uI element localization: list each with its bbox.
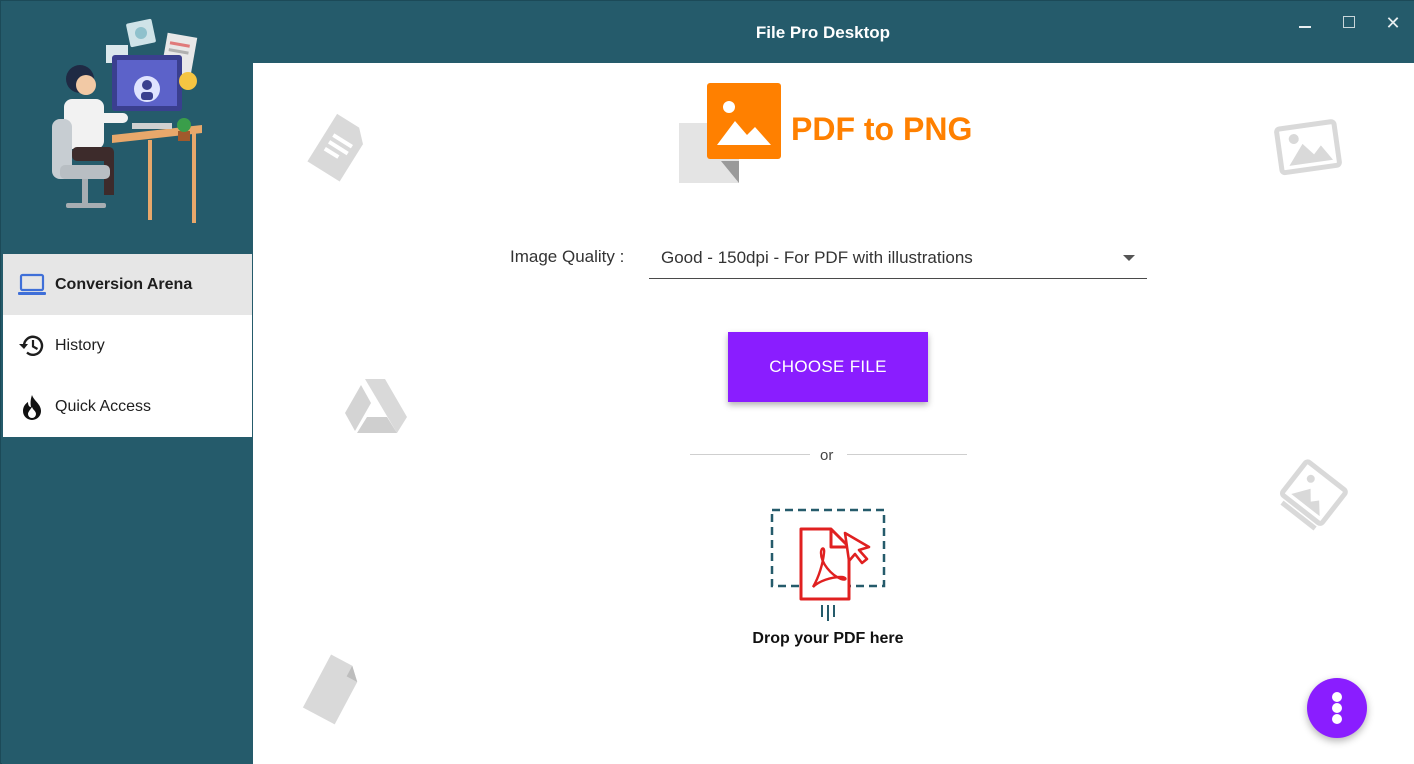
close-button[interactable]: ✕: [1379, 11, 1407, 35]
sidebar-item-label: Quick Access: [55, 397, 152, 415]
history-icon: [17, 331, 47, 361]
app-window: Conversion Arena History Quick Access Fi…: [0, 0, 1414, 764]
logo-title: PDF to PNG: [791, 111, 973, 147]
sidebar: Conversion Arena History Quick Access: [2, 1, 253, 764]
maximize-button[interactable]: [1335, 11, 1363, 35]
workspace-illustration: [52, 18, 202, 223]
close-icon: ✕: [1385, 13, 1401, 33]
chevron-down-icon: [1123, 255, 1135, 261]
sidebar-nav: Conversion Arena History Quick Access: [3, 254, 252, 437]
more-options-button[interactable]: [1307, 678, 1367, 738]
minimize-icon: [1299, 26, 1311, 28]
choose-file-button[interactable]: CHOOSE FILE: [728, 332, 928, 402]
drive-deco-icon: [345, 379, 407, 433]
maximize-icon: [1343, 16, 1355, 28]
file-deco-icon: [302, 654, 358, 725]
divider-right: [847, 454, 967, 455]
sidebar-item-label: Conversion Arena: [55, 275, 193, 293]
sidebar-item-history[interactable]: History: [3, 315, 252, 376]
image-quality-value: Good - 150dpi - For PDF with illustratio…: [661, 248, 973, 267]
image-deco-icon: [1274, 119, 1342, 176]
document-deco-icon: [307, 113, 363, 182]
or-text: or: [820, 447, 834, 464]
gallery-deco-icon: [1279, 459, 1348, 531]
sidebar-item-quick-access[interactable]: Quick Access: [3, 376, 252, 437]
divider-left: [690, 454, 810, 455]
title-bar[interactable]: File Pro Desktop ✕: [253, 1, 1414, 63]
pdf-drop-zone[interactable]: [769, 507, 889, 627]
sidebar-item-conversion-arena[interactable]: Conversion Arena: [3, 254, 252, 315]
sidebar-item-label: History: [55, 336, 105, 354]
image-quality-label: Image Quality :: [510, 247, 625, 266]
flame-icon: [17, 392, 47, 422]
minimize-button[interactable]: [1291, 11, 1319, 35]
image-quality-select[interactable]: Good - 150dpi - For PDF with illustratio…: [649, 239, 1147, 279]
laptop-icon: [17, 270, 47, 300]
drop-pdf-text: Drop your PDF here: [752, 630, 904, 647]
main-content: PDF to PNG Image Quality : Good - 150dpi…: [253, 63, 1414, 764]
window-title: File Pro Desktop: [755, 23, 891, 42]
